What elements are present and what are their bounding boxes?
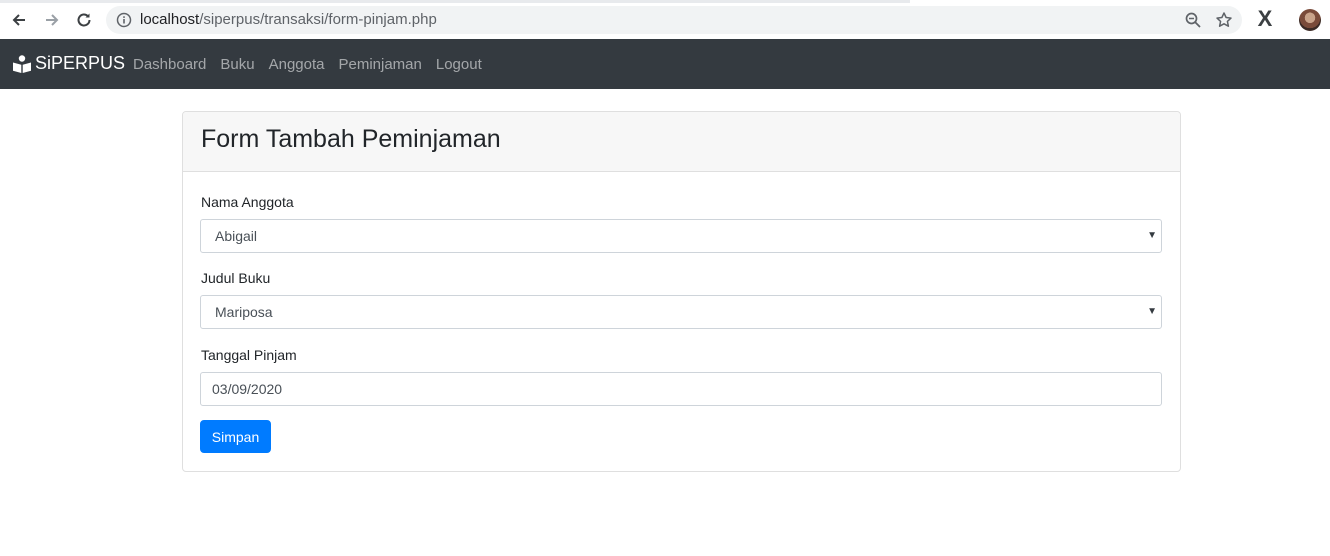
book-select[interactable]: Mariposa ▼ [200,295,1162,329]
book-select-value: Mariposa [215,304,273,320]
member-select[interactable]: Abigail ▼ [200,219,1162,253]
chevron-down-icon: ▼ [1147,306,1157,317]
browser-toolbar: localhost/siperpus/transaksi/form-pinjam… [0,0,1330,39]
url-text[interactable]: localhost/siperpus/transaksi/form-pinjam… [140,11,437,28]
member-select-value: Abigail [215,228,258,244]
navbar-brand[interactable]: SiPERPUS [12,53,125,74]
forward-icon[interactable] [41,9,63,31]
date-label: Tanggal Pinjam [201,347,297,363]
nav-link-peminjaman[interactable]: Peminjaman [338,56,421,73]
nav-link-anggota[interactable]: Anggota [269,56,325,73]
chevron-down-icon: ▼ [1147,230,1157,241]
submit-button[interactable]: Simpan [200,420,271,453]
back-icon[interactable] [8,9,30,31]
profile-avatar[interactable] [1299,9,1321,31]
page-title: Form Tambah Peminjaman [201,125,501,153]
zoom-icon[interactable] [1184,11,1202,29]
form-card: Form Tambah Peminjaman Nama Anggota Abig… [182,111,1181,472]
date-input[interactable]: 03/09/2020 [200,372,1162,406]
reload-icon[interactable] [73,9,95,31]
extension-icon[interactable]: X [1255,7,1275,31]
card-header: Form Tambah Peminjaman [183,112,1180,172]
book-reader-icon [13,54,31,73]
tab-strip-edge [0,0,910,3]
info-icon[interactable] [116,12,132,28]
book-label: Judul Buku [201,270,271,286]
nav-link-dashboard[interactable]: Dashboard [133,56,206,73]
nav-links: Dashboard Buku Anggota Peminjaman Logout [133,56,496,73]
nav-link-logout[interactable]: Logout [436,56,482,73]
site-navbar: SiPERPUS Dashboard Buku Anggota Peminjam… [0,39,1330,89]
brand-name: SiPERPUS [35,53,126,73]
date-input-value: 03/09/2020 [212,381,283,397]
member-label: Nama Anggota [201,194,294,210]
star-icon[interactable] [1215,11,1233,29]
address-bar[interactable]: localhost/siperpus/transaksi/form-pinjam… [106,6,1242,34]
nav-link-buku[interactable]: Buku [220,56,254,73]
